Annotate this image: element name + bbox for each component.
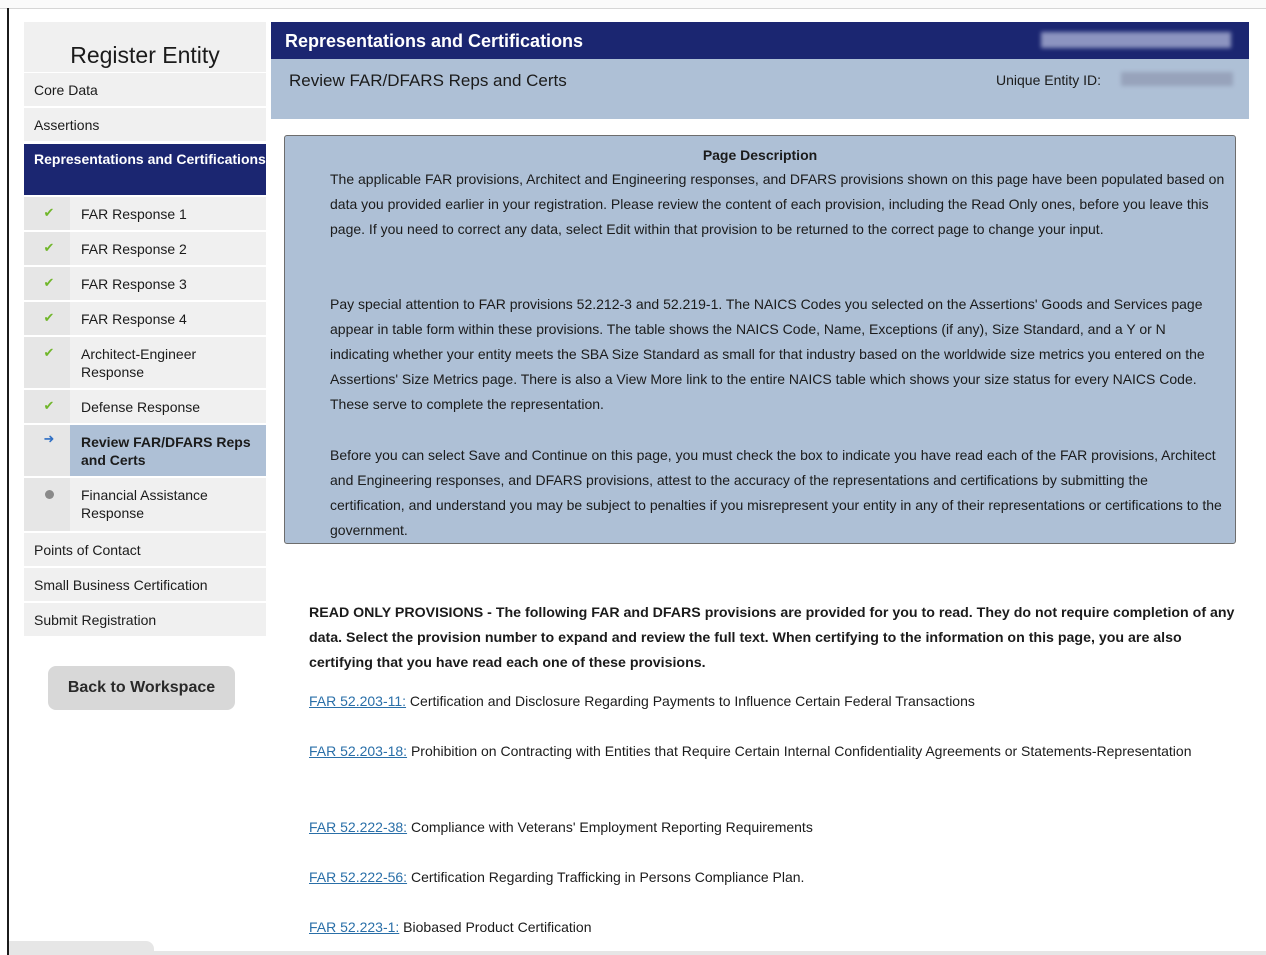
check-icon: ✔ (43, 310, 55, 325)
provision-title: Biobased Product Certification (399, 919, 592, 935)
provision-link[interactable]: FAR 52.203-11: (309, 693, 406, 709)
browser-frame-top (0, 0, 1266, 9)
sidebar-item-assertions[interactable]: Assertions (24, 107, 266, 141)
check-icon: ✔ (43, 275, 55, 290)
uei-label: Unique Entity ID: (996, 72, 1102, 88)
check-icon: ✔ (43, 205, 55, 220)
sidebar-subitem-financial-assistance[interactable]: Financial Assistance Response (24, 476, 266, 531)
window-border (7, 8, 9, 955)
window-bottom-bar (9, 951, 1266, 955)
sidebar-subitem-far-response-2[interactable]: ✔ FAR Response 2 (24, 230, 266, 265)
sidebar-subitem-label: FAR Response 1 (81, 206, 187, 222)
sidebar-item-reps-and-certs[interactable]: Representations and Certifications (24, 143, 266, 195)
sidebar-item-points-of-contact[interactable]: Points of Contact (24, 532, 266, 566)
check-icon: ✔ (43, 398, 55, 413)
sidebar-subitem-far-response-4[interactable]: ✔ FAR Response 4 (24, 300, 266, 335)
page-subtitle: Review FAR/DFARS Reps and Certs (289, 71, 567, 90)
read-only-provisions-intro: READ ONLY PROVISIONS - The following FAR… (309, 605, 1235, 671)
page-header: Representations and Certifications (271, 22, 1249, 59)
back-to-workspace-button[interactable]: Back to Workspace (48, 666, 235, 710)
page-title: Representations and Certifications (285, 31, 584, 51)
sidebar-subitem-label: Financial Assistance Response (81, 487, 208, 521)
sidebar-item-label: Representations and Certifications (34, 151, 266, 167)
sidebar-subitem-review-far-dfars[interactable]: ➜ Review FAR/DFARS Reps and Certs (24, 423, 266, 476)
uei-value-redacted (1121, 72, 1233, 86)
provision-link[interactable]: FAR 52.222-38: (309, 819, 407, 835)
sidebar-subitem-label: FAR Response 2 (81, 241, 187, 257)
check-icon: ✔ (43, 240, 55, 255)
sidebar-subitem-label: FAR Response 3 (81, 276, 187, 292)
sidebar-subitem-far-response-3[interactable]: ✔ FAR Response 3 (24, 265, 266, 300)
description-paragraph: Before you can select Save and Continue … (330, 447, 1222, 538)
sidebar-subitem-defense-response[interactable]: ✔ Defense Response (24, 388, 266, 423)
provision-title: Certification Regarding Trafficking in P… (407, 869, 805, 885)
sidebar-subitem-far-response-1[interactable]: ✔ FAR Response 1 (24, 195, 266, 230)
dot-icon (42, 487, 56, 502)
page-subheader: Review FAR/DFARS Reps and Certs Unique E… (271, 59, 1249, 119)
provision-link[interactable]: FAR 52.203-18: (309, 743, 407, 759)
sidebar-subitem-label: Defense Response (81, 399, 201, 415)
sidebar-title: Register Entity (70, 42, 220, 68)
sidebar-subitem-architect-engineer[interactable]: ✔ Architect-Engineer Response (24, 335, 266, 388)
sidebar-item-label: Submit Registration (34, 612, 157, 628)
check-icon: ✔ (43, 345, 55, 360)
provision-item: FAR 52.222-38: Compliance with Veterans'… (309, 815, 1209, 840)
sidebar-subitem-label: Architect-Engineer Response (81, 346, 197, 380)
sidebar-item-label: Small Business Certification (34, 577, 208, 593)
page-description-panel: Page Description The applicable FAR prov… (284, 135, 1236, 544)
sidebar-item-core-data[interactable]: Core Data (24, 72, 266, 106)
provision-link[interactable]: FAR 52.222-56: (309, 869, 407, 885)
sidebar-subitem-label: Review FAR/DFARS Reps and Certs (81, 434, 251, 468)
provision-title: Prohibition on Contracting with Entities… (407, 743, 1192, 759)
sidebar-item-small-business-certification[interactable]: Small Business Certification (24, 567, 266, 601)
description-paragraph: The applicable FAR provisions, Architect… (330, 171, 1225, 237)
sidebar-subitem-label: FAR Response 4 (81, 311, 187, 327)
provision-item: FAR 52.223-1: Biobased Product Certifica… (309, 915, 1209, 940)
provision-item: FAR 52.203-18: Prohibition on Contractin… (309, 739, 1209, 764)
arrow-right-icon: ➜ (43, 431, 55, 446)
provision-title: Compliance with Veterans' Employment Rep… (407, 819, 813, 835)
sidebar-item-label: Core Data (34, 82, 98, 98)
description-paragraph: Pay special attention to FAR provisions … (330, 296, 1205, 412)
provision-title: Certification and Disclosure Regarding P… (406, 693, 975, 709)
sidebar-item-label: Assertions (34, 117, 100, 133)
sidebar-item-label: Points of Contact (34, 542, 141, 558)
bottom-tab (9, 941, 154, 955)
page-description-title: Page Description (702, 147, 818, 163)
entity-name-redacted (1041, 32, 1231, 48)
provision-item: FAR 52.222-56: Certification Regarding T… (309, 865, 1209, 890)
provision-item: FAR 52.203-11: Certification and Disclos… (309, 689, 1209, 714)
provision-link[interactable]: FAR 52.223-1: (309, 919, 399, 935)
sidebar-item-submit-registration[interactable]: Submit Registration (24, 602, 266, 636)
sidebar: Register Entity (24, 22, 266, 92)
